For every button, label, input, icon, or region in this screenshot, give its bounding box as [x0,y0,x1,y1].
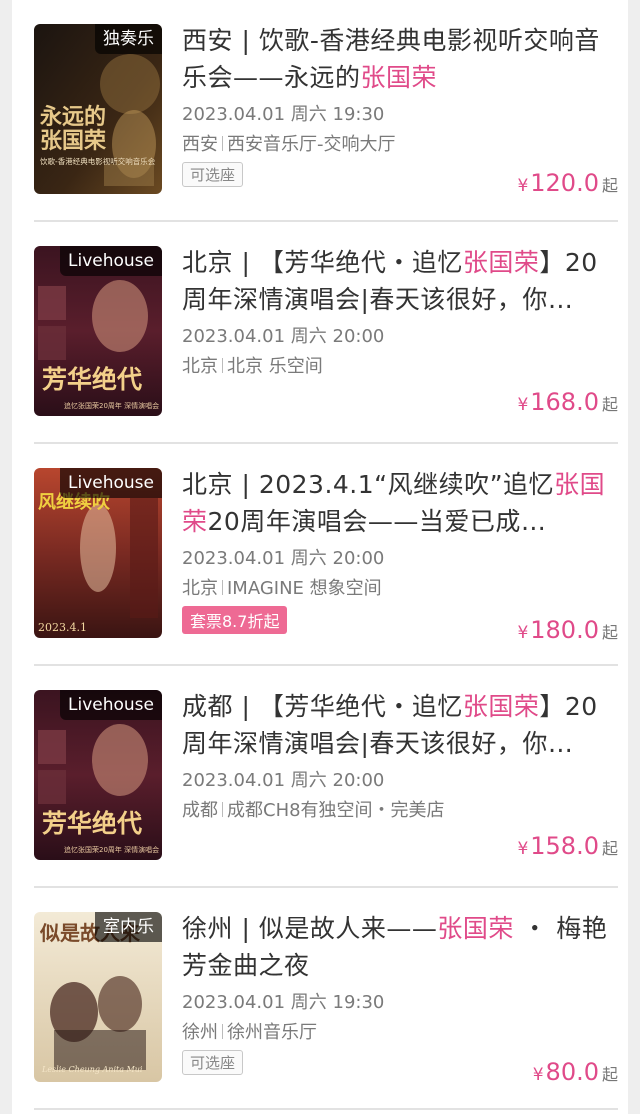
event-title-text: 徐州 | 似是故人来—— [182,914,438,943]
price-suffix: 起 [601,395,618,414]
event-title-highlight: 张国荣 [437,914,514,943]
event-price: ¥158.0 起 [517,832,618,860]
event-venue: 西安音乐厅-交响大厅 [227,134,396,155]
price-value: 168.0 [530,388,599,416]
category-tag: Livehouse [60,468,162,498]
poster-caption: 追忆张国荣20周年 深情演唱会 [64,401,159,410]
event-poster[interactable]: 芳华绝代 追忆张国荣20周年 深情演唱会 Livehouse [34,246,162,416]
divider [222,136,223,151]
divider [222,802,223,817]
event-poster[interactable]: 似是故人来 Leslie Cheung Anita Mui 室内乐 [34,912,162,1082]
event-title-text: 北京 | 【芳华绝代・追忆 [182,248,463,277]
event-price: ¥168.0 起 [517,388,618,416]
event-city: 徐州 [182,1022,218,1043]
category-tag: Livehouse [60,246,162,276]
event-title[interactable]: 北京 | 【芳华绝代・追忆张国荣】20周年深情演唱会|春天该很好，你… [182,244,614,318]
event-title[interactable]: 徐州 | 似是故人来——张国荣 ・ 梅艳芳金曲之夜 [182,910,614,984]
event-datetime: 2023.04.01 周六 20:00 [182,770,385,791]
event-datetime: 2023.04.01 周六 19:30 [182,992,385,1013]
event-title[interactable]: 西安 | 饮歌-香港经典电影视听交响音乐会——永远的张国荣 [182,22,614,96]
event-poster[interactable]: 永远的 张国荣 饮歌-香港经典电影视听交响音乐会 独奏乐 [34,24,162,194]
seat-select-badge: 可选座 [182,1050,244,1075]
event-location: 徐州 徐州音乐厅 [182,1018,317,1044]
price-suffix: 起 [601,176,618,195]
event-location: 北京 北京 乐空间 [182,352,323,378]
event-venue: 徐州音乐厅 [227,1022,317,1043]
poster-title: 芳华绝代 [42,365,142,394]
event-title[interactable]: 北京 | 2023.4.1“风继续吹”追忆张国荣20周年演唱会——当爱已成… [182,466,614,540]
price-suffix: 起 [601,839,618,858]
event-poster[interactable]: 芳华绝代 追忆张国荣20周年 深情演唱会 Livehouse [34,690,162,860]
event-list: 永远的 张国荣 饮歌-香港经典电影视听交响音乐会 独奏乐 西安 | 饮歌-香港经… [12,0,628,1114]
divider [222,580,223,595]
event-card[interactable]: 芳华绝代 追忆张国荣20周年 深情演唱会 Livehouse 成都 | 【芳华绝… [34,690,618,888]
event-city: 北京 [182,578,218,599]
event-venue: 北京 乐空间 [227,356,323,377]
event-card[interactable]: 似是故人来 Leslie Cheung Anita Mui 室内乐 徐州 | 似… [34,912,618,1110]
event-poster[interactable]: 风继续吹 2023.4.1 Livehouse [34,468,162,638]
event-title-text: 成都 | 【芳华绝代・追忆 [182,692,463,721]
currency-symbol: ¥ [517,623,529,643]
event-title-highlight: 张国荣 [462,248,540,277]
event-price: ¥180.0 起 [517,616,618,644]
event-venue: 成都CH8有独空间・完美店 [227,800,445,821]
price-suffix: 起 [601,1065,618,1084]
event-card[interactable]: 永远的 张国荣 饮歌-香港经典电影视听交响音乐会 独奏乐 西安 | 饮歌-香港经… [34,24,618,222]
poster-caption: 追忆张国荣20周年 深情演唱会 [64,845,159,854]
event-price: ¥80.0 起 [533,1058,618,1086]
event-title[interactable]: 成都 | 【芳华绝代・追忆张国荣】20周年深情演唱会|春天该很好，你… [182,688,614,762]
event-venue: IMAGINE 想象空间 [227,578,382,599]
event-price: ¥120.0 起 [517,169,618,197]
poster-caption: 饮歌-香港经典电影视听交响音乐会 [40,156,156,166]
price-value: 80.0 [545,1058,599,1086]
category-tag: 室内乐 [95,912,162,942]
event-datetime: 2023.04.01 周六 20:00 [182,326,385,347]
poster-caption: 2023.4.1 [38,621,87,634]
poster-caption: Leslie Cheung Anita Mui [41,1065,143,1074]
event-card[interactable]: 风继续吹 2023.4.1 Livehouse 北京 | 2023.4.1“风继… [34,468,618,666]
price-value: 158.0 [530,832,599,860]
discount-badge: 套票8.7折起 [182,606,288,634]
event-title-text: 20周年演唱会——当爱已成… [207,507,547,536]
currency-symbol: ¥ [517,395,529,415]
category-tag: Livehouse [60,690,162,720]
event-location: 北京 IMAGINE 想象空间 [182,574,382,600]
divider [222,1024,223,1039]
event-title-highlight: 张国荣 [462,692,540,721]
event-location: 成都 成都CH8有独空间・完美店 [182,796,445,822]
event-city: 北京 [182,356,218,377]
price-suffix: 起 [601,623,618,642]
event-city: 西安 [182,134,218,155]
poster-title-1: 永远的 [40,104,106,130]
event-card[interactable]: 芳华绝代 追忆张国荣20周年 深情演唱会 Livehouse 北京 | 【芳华绝… [34,246,618,444]
event-title-text: 北京 | 2023.4.1“风继续吹”追忆 [182,470,555,499]
category-tag: 独奏乐 [95,24,162,54]
event-location: 西安 西安音乐厅-交响大厅 [182,130,396,156]
poster-title: 芳华绝代 [42,809,142,838]
price-value: 180.0 [530,616,599,644]
event-datetime: 2023.04.01 周六 19:30 [182,104,385,125]
seat-select-badge: 可选座 [182,162,244,187]
event-title-highlight: 张国荣 [360,63,438,92]
event-city: 成都 [182,800,218,821]
currency-symbol: ¥ [517,839,529,859]
currency-symbol: ¥ [517,176,529,196]
divider [222,358,223,373]
currency-symbol: ¥ [532,1065,544,1085]
event-datetime: 2023.04.01 周六 20:00 [182,548,385,569]
poster-title-2: 张国荣 [40,128,106,154]
price-value: 120.0 [530,169,599,197]
